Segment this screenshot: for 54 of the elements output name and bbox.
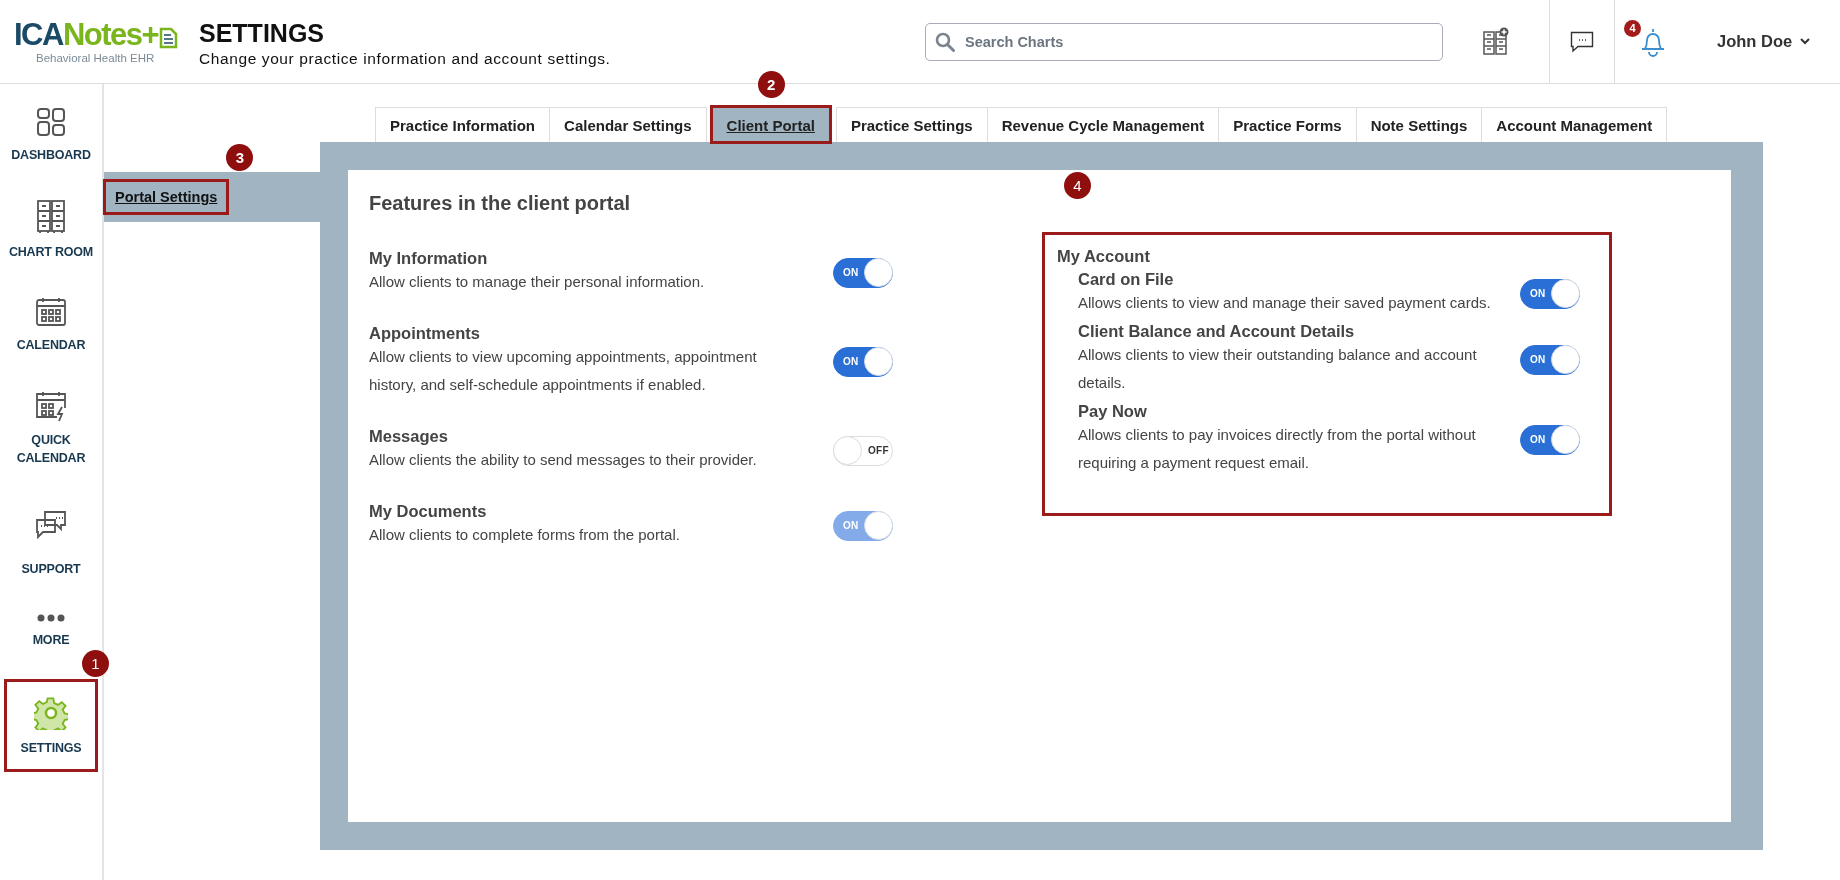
feature-description: Allows clients to view their outstanding balance and account details. (1078, 345, 1478, 393)
logo-tagline: Behavioral Health EHR (36, 52, 155, 64)
tab[interactable]: Account Management (1481, 107, 1668, 142)
file-cabinet-add-icon[interactable] (1483, 26, 1509, 57)
notification-count: 4 (1624, 19, 1641, 37)
feature-title: Card on File (1078, 270, 1174, 289)
page-subtitle: Change your practice information and account settings. (199, 50, 611, 68)
feature-title: My Documents (369, 502, 487, 521)
nav-item[interactable]: CALENDAR (7, 294, 95, 357)
gear-icon (34, 696, 68, 730)
step-number: 3 (226, 144, 254, 171)
group-title: My Account (1057, 247, 1150, 266)
more-icon (37, 614, 65, 622)
section-title: Features in the client portal (369, 192, 631, 215)
feature-title: Appointments (369, 324, 480, 343)
feature-description: Allows clients to view and manage their saved payment cards. (1078, 293, 1491, 313)
calendar-bolt-icon (35, 390, 67, 422)
nav-item[interactable]: MORE (7, 611, 95, 652)
toggle-switch[interactable]: ON (1520, 278, 1580, 309)
feature-title: Messages (369, 427, 448, 446)
toggle-switch[interactable]: ON (1520, 344, 1580, 375)
page-title: SETTINGS (199, 19, 324, 48)
calendar-icon (35, 297, 67, 327)
caret-icon (1800, 38, 1811, 45)
step-number: 2 (757, 71, 785, 98)
toggle-switch[interactable]: ON (833, 346, 893, 377)
feature-description: Allow clients to manage their personal information. (369, 272, 705, 292)
feature-title: Pay Now (1078, 402, 1147, 421)
feature-description: Allows clients to pay invoices directly from the portal without requiring a payment request email. (1078, 425, 1477, 473)
tab[interactable]: Calendar Settings (549, 107, 707, 142)
toggle-switch[interactable]: OFF (833, 435, 893, 466)
step-number: 1 (82, 650, 109, 677)
user-menu[interactable]: John Doe (1717, 32, 1811, 51)
feature-title: My Information (369, 249, 488, 268)
dashboard-icon (36, 107, 66, 137)
file-cabinet-icon (36, 200, 66, 234)
logo-text: Notes+ (62, 19, 159, 51)
search-field[interactable]: Search Charts (925, 22, 1443, 61)
tab[interactable]: Practice Information (375, 107, 551, 142)
feature-description: Allow clients to complete forms from the portal. (369, 525, 680, 545)
nav-item[interactable]: QUICK CALENDAR (7, 387, 95, 470)
nav-item[interactable]: DASHBOARD (7, 104, 95, 167)
feature-description: Allow clients the ability to send messages to their provider. (369, 450, 757, 470)
tab[interactable]: Practice Settings (835, 107, 988, 142)
message-icon[interactable] (1570, 30, 1594, 53)
feature-title: Client Balance and Account Details (1078, 322, 1355, 341)
toggle-switch[interactable]: ON (1520, 424, 1580, 455)
logo-text: ICA (14, 19, 63, 51)
nav-item[interactable]: CHART ROOM (7, 197, 95, 264)
step-number: 4 (1064, 172, 1091, 199)
toggle-switch[interactable]: ON (833, 257, 893, 288)
nav-item[interactable]: SUPPORT (7, 500, 95, 581)
feature-description: Allow clients to view upcoming appointments, appointment history, and self-schedule appointments if enabled. (369, 347, 758, 395)
chat-bubbles-icon (35, 510, 67, 540)
